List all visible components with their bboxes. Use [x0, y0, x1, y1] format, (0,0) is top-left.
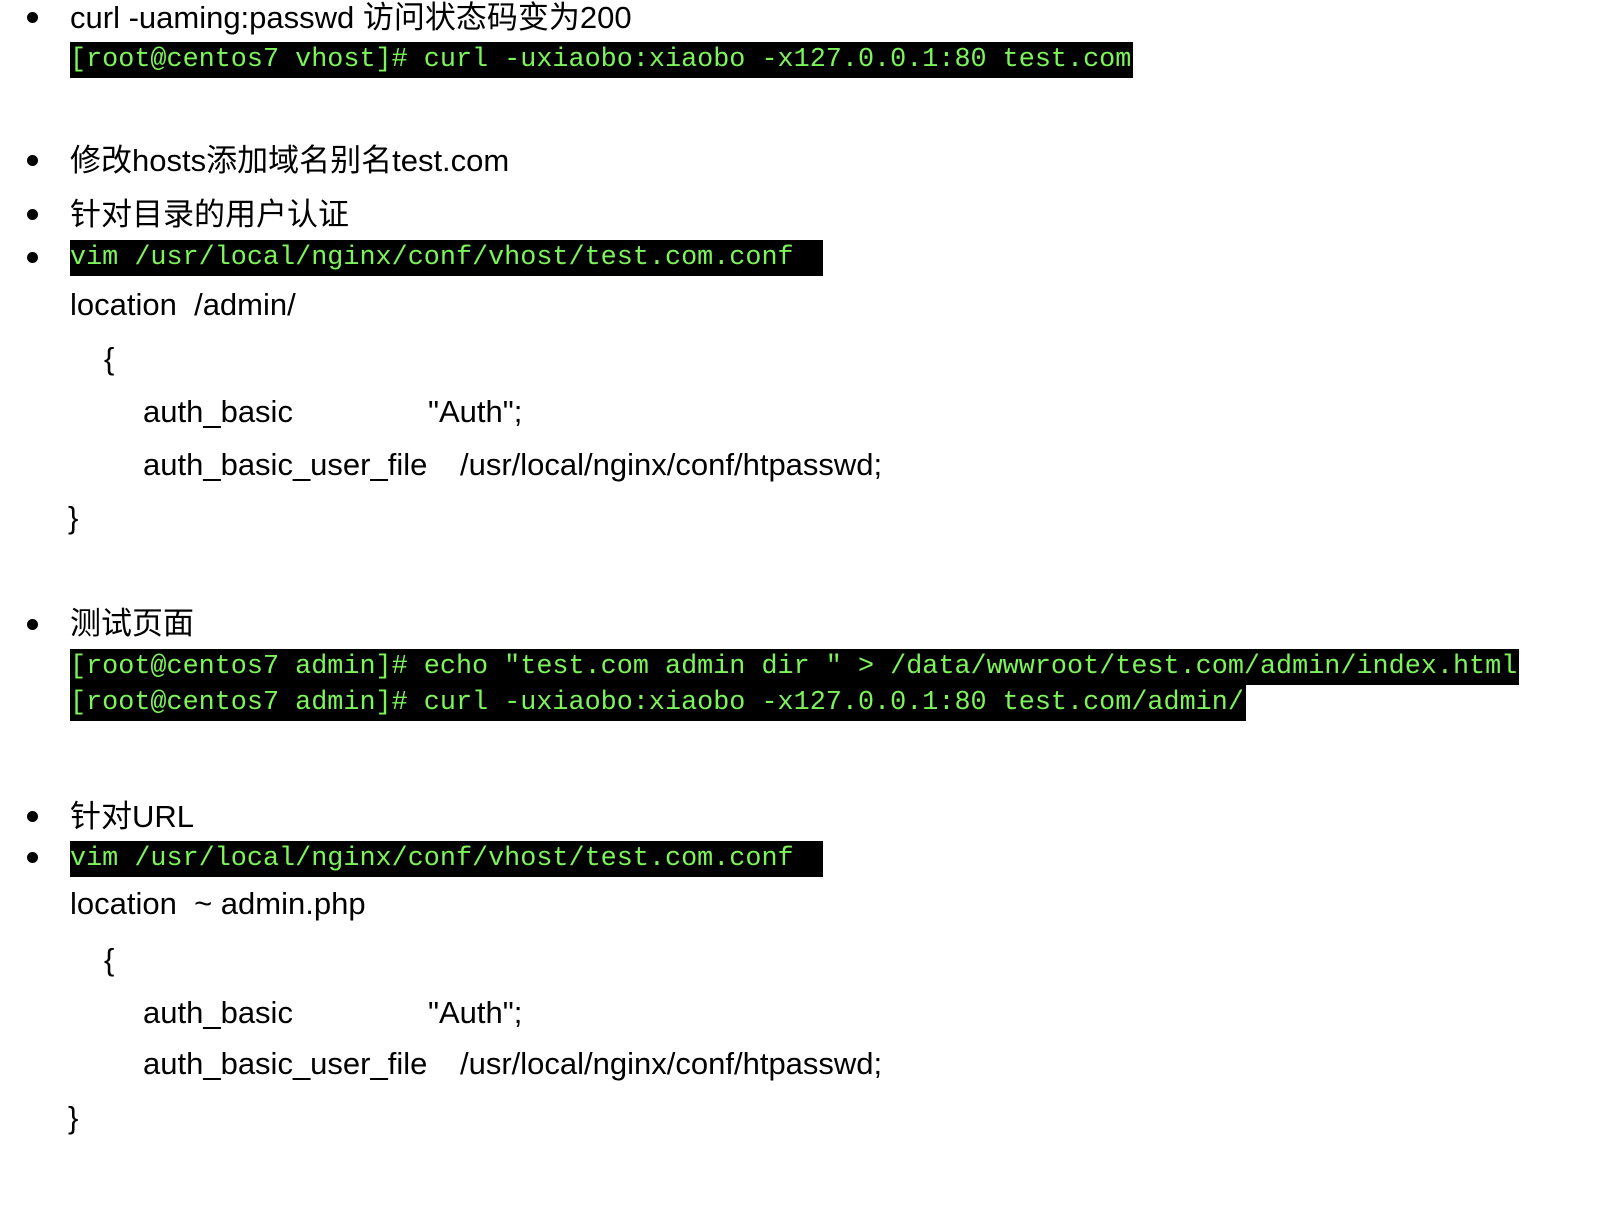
- brace-close: }: [68, 500, 79, 535]
- dir-auth-heading: 针对目录的用户认证: [70, 197, 349, 232]
- brace-open: {: [104, 341, 115, 376]
- auth-basic-key: auth_basic: [143, 995, 293, 1030]
- auth-basic-key: auth_basic: [143, 394, 293, 429]
- terminal-vim-command-1: vim /usr/local/nginx/conf/vhost/test.com…: [70, 240, 823, 276]
- bullet: [27, 619, 38, 630]
- terminal-vim-command-2: vim /usr/local/nginx/conf/vhost/test.com…: [70, 841, 823, 877]
- terminal-curl-command: [root@centos7 vhost]# curl -uxiaobo:xiao…: [70, 42, 1134, 78]
- terminal-curl-admin-command: [root@centos7 admin]# curl -uxiaobo:xiao…: [70, 685, 1246, 721]
- curl-heading: curl -uaming:passwd 访问状态码变为200: [70, 0, 632, 35]
- user-file-key: auth_basic_user_file: [143, 1046, 428, 1081]
- bullet: [27, 811, 38, 822]
- bullet: [27, 852, 38, 863]
- user-file-value: /usr/local/nginx/conf/htpasswd;: [460, 1046, 883, 1081]
- url-auth-heading: 针对URL: [70, 799, 195, 834]
- location-admin: location /admin/: [70, 287, 296, 322]
- brace-close: }: [68, 1100, 79, 1135]
- bullet: [27, 12, 38, 23]
- bullet: [27, 209, 38, 220]
- test-page-heading: 测试页面: [70, 606, 194, 641]
- bullet: [27, 155, 38, 166]
- auth-basic-value: "Auth";: [428, 394, 523, 429]
- user-file-value: /usr/local/nginx/conf/htpasswd;: [460, 447, 883, 482]
- location-admin-php: location ~ admin.php: [70, 886, 366, 921]
- brace-open: {: [104, 942, 115, 977]
- bullet: [27, 252, 38, 263]
- hosts-note: 修改hosts添加域名别名test.com: [70, 143, 510, 178]
- auth-basic-value: "Auth";: [428, 995, 523, 1030]
- user-file-key: auth_basic_user_file: [143, 447, 428, 482]
- terminal-echo-command: [root@centos7 admin]# echo "test.com adm…: [70, 649, 1520, 685]
